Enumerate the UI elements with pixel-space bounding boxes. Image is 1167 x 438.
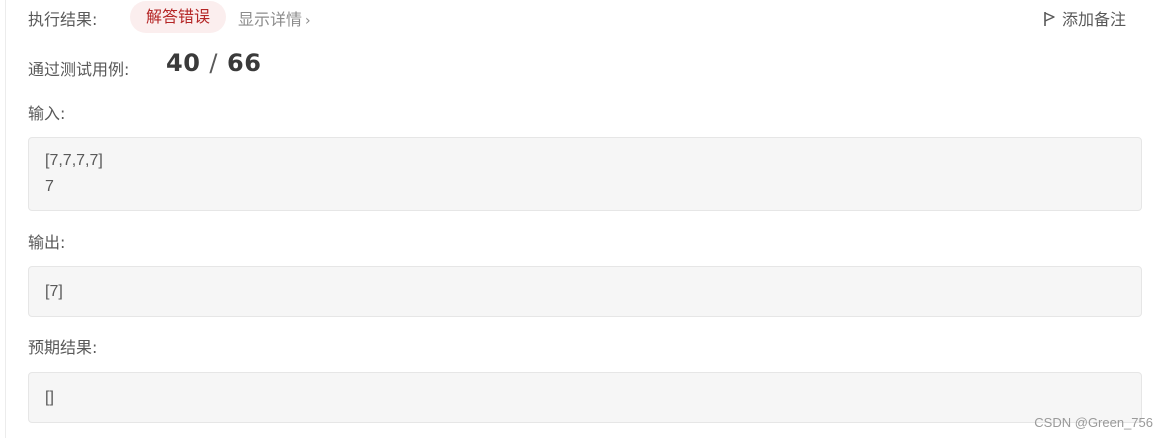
expected-value: [] [45,389,54,406]
show-details-label: 显示详情 [238,10,303,29]
flag-icon [1044,12,1055,26]
expected-box: [] [28,372,1142,423]
csdn-watermark: CSDN @Green_756 [1034,415,1153,430]
passed-count: 40 [166,49,201,77]
passed-tests-count: 40 / 66 [166,49,261,77]
result-label: 执行结果: [28,10,98,29]
expected-label: 预期结果: [28,338,98,357]
status-badge: 解答错误 [130,1,226,33]
total-count: 66 [227,49,262,77]
chevron-right-icon: › [305,13,311,29]
input-line-target: 7 [45,178,54,195]
panel-left-border [5,0,6,438]
add-note-label: 添加备注 [1061,10,1126,29]
add-note-button[interactable]: 添加备注 [1043,6,1126,30]
output-box: [7] [28,266,1142,317]
show-details-link[interactable]: 显示详情 › [238,6,311,30]
input-box: [7,7,7,7] 7 [28,137,1142,211]
passed-tests-label: 通过测试用例: [28,60,130,79]
output-value: [7] [45,283,63,300]
output-label: 输出: [28,233,66,252]
input-label: 输入: [28,104,66,123]
count-separator: / [209,49,218,77]
result-header: 执行结果: 解答错误 显示详情 › 添加备注 [28,0,1144,34]
input-line-array: [7,7,7,7] [45,152,103,169]
